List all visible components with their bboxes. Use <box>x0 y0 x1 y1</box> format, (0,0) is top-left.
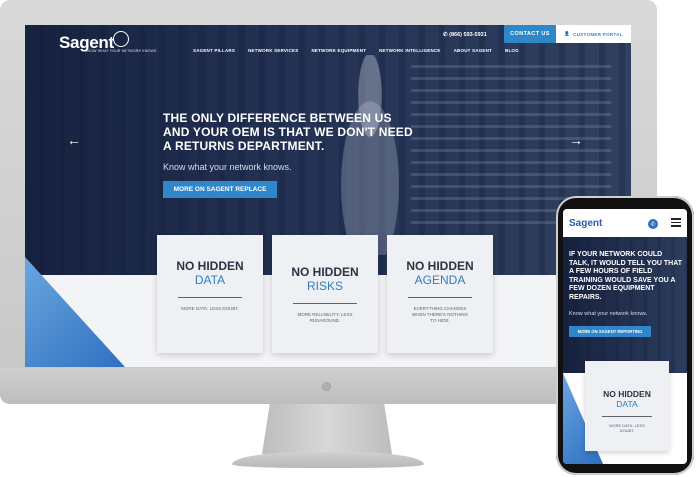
mobile-phone-icon[interactable]: ✆ <box>648 219 658 229</box>
mobile-logo[interactable]: Sagent <box>569 218 602 229</box>
monitor-stand-base <box>232 452 424 468</box>
card-title: NO HIDDEN <box>406 259 474 273</box>
hero-subline: Know what your network knows. <box>163 162 292 172</box>
mobile-card-title: NO HIDDEN <box>603 389 651 399</box>
logo-swirl-icon <box>113 31 129 47</box>
customer-portal-button[interactable]: 👤 CUSTOMER PORTAL <box>556 25 631 43</box>
nav-item-network-services[interactable]: NETWORK SERVICES <box>248 48 298 53</box>
card-accent: RISKS <box>306 279 343 293</box>
prev-slide-arrow-icon[interactable]: ← <box>67 133 81 147</box>
mobile-hero-subline: Know what your network knows. <box>569 311 648 317</box>
mobile-hero-headline: IF YOUR NETWORK COULD TALK, IT WOULD TEL… <box>569 251 683 301</box>
card-divider <box>293 303 357 304</box>
card-divider <box>408 297 472 298</box>
card-title: NO HIDDEN <box>291 265 359 279</box>
more-on-sagent-replace-button[interactable]: MORE ON SAGENT REPLACE <box>163 181 277 198</box>
card-no-hidden-risks[interactable]: NO HIDDEN RISKS MORE RELIABILITY. LESS R… <box>272 235 378 353</box>
desktop-screen: Sagent KNOW WHAT YOUR NETWORK KNOWS SAGE… <box>25 25 631 367</box>
nav-item-sagent-pillars[interactable]: SAGENT PILLARS <box>193 48 235 53</box>
nav-item-blog[interactable]: BLOG <box>505 48 519 53</box>
card-text: MORE RELIABILITY. LESS RUNAROUND. <box>297 312 353 323</box>
mobile-header: Sagent ✆ <box>563 209 687 237</box>
mobile-card-no-hidden-data[interactable]: NO HIDDEN DATA MORE DATA. LESS DOUBT. <box>585 361 669 451</box>
mobile-card-accent: DATA <box>616 399 638 409</box>
more-on-sagent-reporting-button[interactable]: MORE ON SAGENT REPORTING <box>569 326 651 337</box>
mobile-card-divider <box>602 416 652 417</box>
card-text: MORE DATA. LESS DOUBT. <box>181 306 239 311</box>
contact-us-button[interactable]: CONTACT US <box>504 25 556 43</box>
card-divider <box>178 297 242 298</box>
mobile-screen: Sagent ✆ IF YOUR NETWORK COULD TALK, IT … <box>563 209 687 464</box>
mobile-card-text: MORE DATA. LESS DOUBT. <box>609 423 645 433</box>
power-button-icon <box>322 382 331 391</box>
card-title: NO HIDDEN <box>176 259 244 273</box>
logo-tagline: KNOW WHAT YOUR NETWORK KNOWS <box>85 49 157 53</box>
nav-item-about-sagent[interactable]: ABOUT SAGENT <box>454 48 492 53</box>
header-phone[interactable]: ✆ (866) 593-5931 <box>443 32 487 38</box>
phone-number: (866) 593-5931 <box>449 32 487 38</box>
main-nav: SAGENT PILLARS NETWORK SERVICES NETWORK … <box>193 48 519 53</box>
card-accent: AGENDA <box>414 273 466 287</box>
mobile-hero: IF YOUR NETWORK COULD TALK, IT WOULD TEL… <box>563 237 687 373</box>
next-slide-arrow-icon[interactable]: → <box>569 133 583 147</box>
hero-headline: THE ONLY DIFFERENCE BETWEEN US AND YOUR … <box>163 111 413 153</box>
user-icon: 👤 <box>564 31 571 36</box>
nav-item-network-equipment[interactable]: NETWORK EQUIPMENT <box>311 48 366 53</box>
hamburger-menu-icon[interactable] <box>671 218 681 229</box>
monitor-stand <box>262 404 392 454</box>
card-no-hidden-data[interactable]: NO HIDDEN DATA MORE DATA. LESS DOUBT. <box>157 235 263 353</box>
technician-image <box>325 55 415 255</box>
card-text: EVERYTHING CHANGES WHEN THERE'S NOTHING … <box>411 306 469 323</box>
nav-item-network-intelligence[interactable]: NETWORK INTELLIGENCE <box>379 48 441 53</box>
card-accent: DATA <box>194 273 226 287</box>
customer-portal-label: CUSTOMER PORTAL <box>573 31 623 37</box>
card-no-hidden-agenda[interactable]: NO HIDDEN AGENDA EVERYTHING CHANGES WHEN… <box>387 235 493 353</box>
